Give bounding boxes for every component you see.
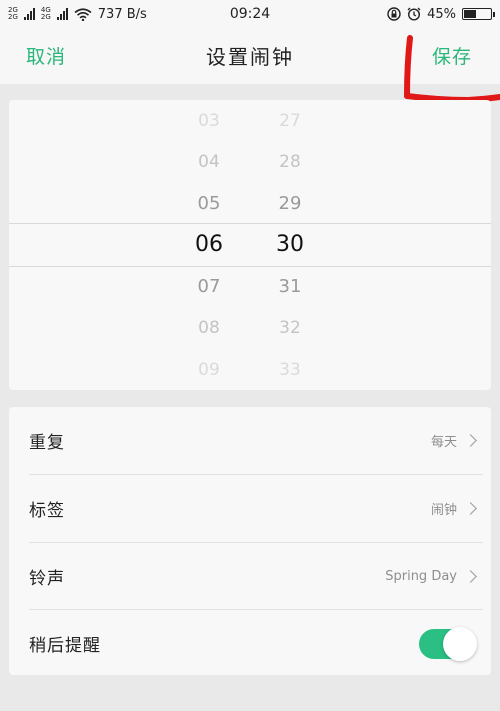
alarm-settings-list: 重复 每天 标签 闹钟 铃声 Spring Day 稍后提醒 — [9, 407, 491, 675]
toggle-knob — [443, 626, 477, 661]
time-picker[interactable]: 03 04 05 06 07 08 09 27 28 29 30 31 32 33 — [9, 100, 491, 390]
minute-option[interactable]: 32 — [260, 317, 320, 339]
network-speed: 737 B/s — [97, 6, 147, 22]
hour-option[interactable]: 05 — [179, 193, 239, 215]
minute-option[interactable]: 31 — [260, 276, 320, 298]
signal-icon-2 — [56, 8, 68, 20]
hour-option[interactable]: 04 — [179, 151, 239, 173]
network-type-1: 2G 2G — [8, 7, 18, 21]
hour-option[interactable]: 08 — [179, 317, 239, 339]
ringtone-value: Spring Day — [385, 569, 457, 584]
hour-option[interactable]: 07 — [179, 276, 239, 298]
snooze-toggle[interactable] — [419, 626, 477, 661]
snooze-label: 稍后提醒 — [29, 636, 101, 656]
ringtone-label: 铃声 — [29, 569, 65, 589]
tag-value: 闹钟 — [430, 503, 457, 518]
minute-option[interactable]: 27 — [260, 110, 320, 132]
minute-wheel[interactable]: 27 28 29 30 31 32 33 — [260, 100, 320, 390]
repeat-row[interactable]: 重复 每天 — [9, 407, 491, 474]
network-bottom-label: 2G — [8, 13, 18, 21]
minute-option[interactable]: 29 — [260, 193, 320, 215]
battery-icon — [462, 8, 495, 20]
alarm-icon — [407, 7, 421, 21]
minute-option[interactable]: 33 — [260, 359, 320, 381]
status-bar: 2G 2G 4G 2G 737 B/s 09:24 45% — [0, 0, 500, 28]
top-bar: 取消 设置闹钟 保存 — [0, 28, 500, 84]
page-title: 设置闹钟 — [206, 45, 294, 69]
hour-wheel[interactable]: 03 04 05 06 07 08 09 — [179, 100, 239, 390]
chevron-right-icon — [464, 502, 477, 515]
signal-icon — [23, 8, 35, 20]
status-left: 2G 2G 4G 2G 737 B/s — [8, 7, 147, 22]
wifi-icon — [74, 7, 92, 21]
tag-label: 标签 — [29, 501, 65, 521]
rotation-lock-icon — [387, 7, 401, 21]
minute-option[interactable]: 30 — [260, 231, 320, 259]
battery-fill — [464, 10, 476, 18]
tag-row[interactable]: 标签 闹钟 — [9, 475, 491, 542]
minute-option[interactable]: 28 — [260, 151, 320, 173]
repeat-value: 每天 — [430, 435, 457, 450]
network-bottom2-label: 2G — [40, 13, 51, 21]
network-type-2: 4G 2G — [41, 7, 51, 21]
hour-option[interactable]: 06 — [179, 231, 239, 259]
chevron-right-icon — [464, 434, 477, 447]
battery-percent: 45% — [427, 6, 456, 22]
ringtone-row[interactable]: 铃声 Spring Day — [9, 543, 491, 610]
repeat-label: 重复 — [29, 433, 65, 453]
hour-option[interactable]: 03 — [179, 110, 239, 132]
snooze-row: 稍后提醒 — [9, 610, 491, 677]
status-right: 45% — [387, 6, 495, 22]
hour-option[interactable]: 09 — [179, 359, 239, 381]
chevron-right-icon — [464, 570, 477, 583]
picker-selection-band — [9, 223, 491, 267]
save-button[interactable]: 保存 — [432, 42, 472, 69]
